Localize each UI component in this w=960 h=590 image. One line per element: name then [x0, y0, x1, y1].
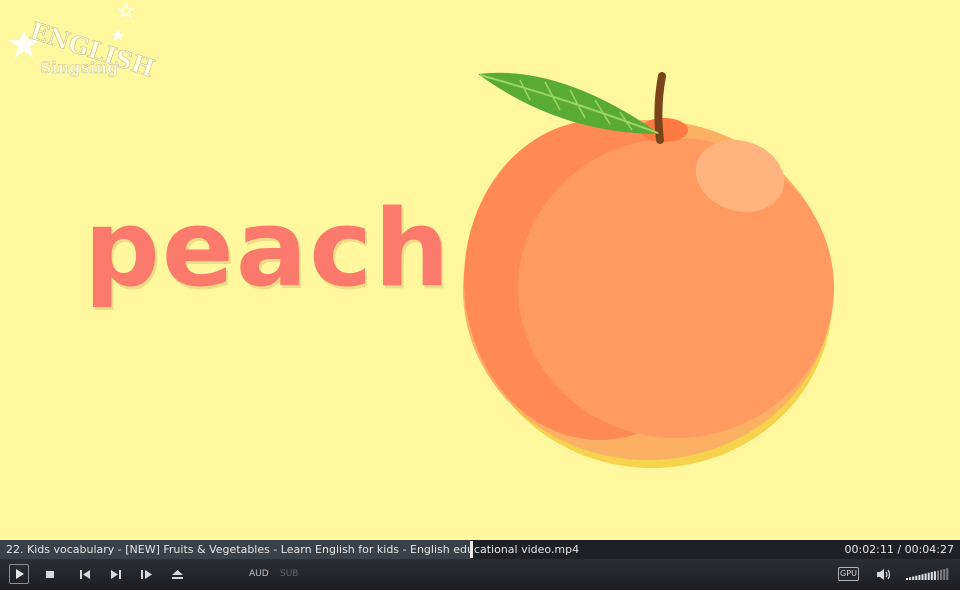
volume-bar	[946, 568, 949, 580]
stop-button[interactable]	[45, 569, 56, 580]
control-bar: AUD SUB GPU	[0, 559, 960, 590]
logo-singsing: Singsing	[40, 58, 118, 77]
volume-bar	[906, 578, 908, 580]
audio-track-button[interactable]: AUD	[249, 569, 269, 579]
volume-bar	[930, 572, 933, 580]
volume-slider[interactable]	[906, 567, 952, 581]
previous-button[interactable]	[79, 568, 92, 581]
seek-bar[interactable]: 22. Kids vocabulary - [NEW] Fruits & Veg…	[0, 540, 960, 559]
volume-bar	[924, 573, 927, 580]
volume-bar	[912, 576, 915, 580]
volume-bar	[933, 571, 936, 580]
seek-bar-handle[interactable]	[469, 541, 473, 558]
volume-bar	[918, 575, 921, 580]
volume-bar	[937, 570, 939, 580]
video-frame[interactable]: ENGLISH Singsing peach	[0, 0, 960, 540]
vocabulary-word: peach	[84, 187, 452, 310]
volume-bar	[943, 569, 946, 580]
eject-button[interactable]	[171, 568, 184, 581]
volume-bar	[940, 569, 943, 580]
frame-step-icon	[141, 570, 152, 579]
frame-step-button[interactable]	[140, 568, 154, 581]
volume-bar	[915, 575, 918, 580]
mute-button[interactable]	[876, 567, 892, 582]
volume-bar	[927, 572, 930, 580]
volume-bar	[909, 577, 912, 580]
eject-icon	[172, 570, 183, 579]
play-icon	[16, 569, 24, 579]
volume-bar	[921, 574, 924, 580]
stop-icon	[46, 571, 54, 578]
volume-level-bars	[906, 568, 949, 580]
speaker-icon	[877, 569, 891, 580]
peach-illustration	[463, 72, 834, 468]
time-readout: 00:02:11 / 00:04:27	[844, 543, 954, 556]
next-button[interactable]	[109, 568, 122, 581]
play-button[interactable]	[9, 564, 29, 584]
previous-icon	[80, 570, 90, 579]
subtitle-button[interactable]: SUB	[280, 569, 298, 579]
file-title: 22. Kids vocabulary - [NEW] Fruits & Veg…	[6, 543, 580, 556]
next-icon	[111, 570, 121, 579]
gpu-toggle[interactable]: GPU	[838, 567, 859, 581]
